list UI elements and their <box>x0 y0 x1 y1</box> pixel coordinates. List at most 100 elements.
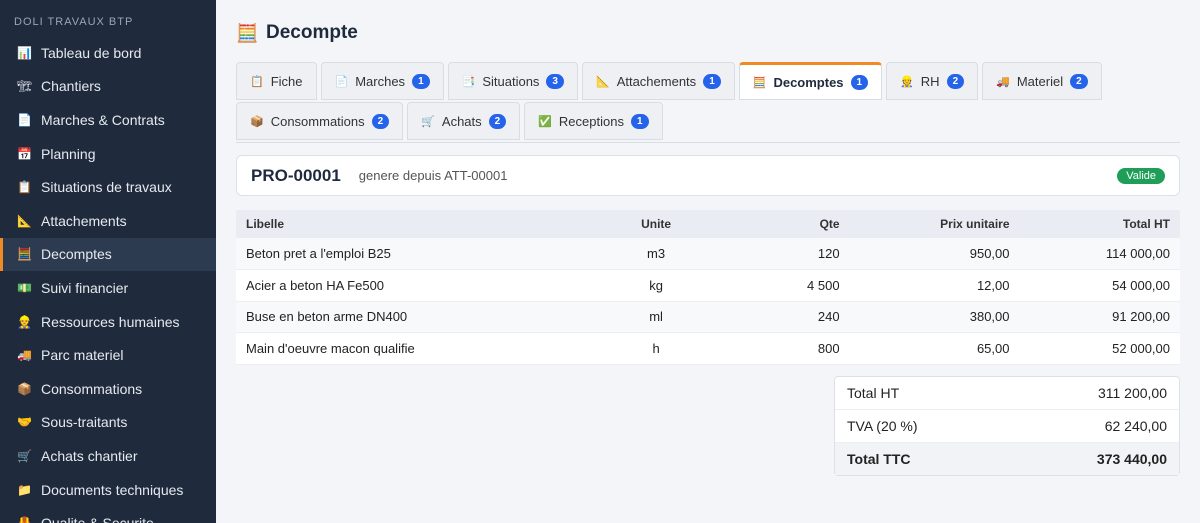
tab-label: Achats <box>441 113 482 129</box>
total-row: Total HT 311 200,00 <box>835 377 1179 410</box>
table-cell: ml <box>594 301 718 333</box>
table-cell: h <box>594 332 718 365</box>
table-row: Beton pret a l'emploi B25 m3 120 950,00 114 … <box>236 238 1180 270</box>
table-cell: 91 200,00 <box>1019 301 1180 333</box>
table-cell: kg <box>594 269 718 302</box>
sous-traitants-icon: 🤝 <box>17 415 32 430</box>
total-value: 311 200,00 <box>1097 384 1167 401</box>
sidebar-item-label: Tableau de bord <box>41 44 142 61</box>
count-badge: 2 <box>946 73 965 89</box>
tab-rh[interactable]: 👷 RH 2 <box>886 62 979 100</box>
sidebar: DOLI TRAVAUX BTP 📊 Tableau de bord 🏗 Chanti… <box>0 0 216 523</box>
col-unite: Unite <box>594 210 718 238</box>
table-cell: 114 000,00 <box>1019 238 1180 270</box>
sidebar-item-label: Attachements <box>41 212 127 229</box>
count-badge: 1 <box>412 73 430 89</box>
total-row: TVA (20 %) 62 240,00 <box>835 410 1179 443</box>
sidebar-brand: DOLI TRAVAUX BTP <box>14 16 134 28</box>
tab-fiche[interactable]: 📋 Fiche <box>236 62 317 100</box>
sidebar-item-parc-materiel[interactable]: 🚚 Parc materiel <box>0 338 216 372</box>
consommations-icon: 📦 <box>17 381 32 396</box>
planning-icon: 📅 <box>17 146 32 161</box>
tab-label: Materiel <box>1016 73 1064 89</box>
tab-attachements[interactable]: 📐 Attachements 1 <box>581 62 735 100</box>
materiel-icon: 🚚 <box>996 75 1010 88</box>
attachements-icon: 📐 <box>595 75 610 88</box>
main-content: 🧮 Decompte 📋 Fiche 📄 Marches 1 📑 Situations 3 📐 A… <box>216 0 1200 523</box>
table-cell: 950,00 <box>849 238 1020 270</box>
table-cell: 52 000,00 <box>1019 332 1180 365</box>
lines-table: Libelle Unite Qte Prix unitaire Total HT… <box>236 210 1180 365</box>
sidebar-item-sous-traitants[interactable]: 🤝 Sous-traitants <box>0 406 216 440</box>
sidebar-item-label: Marches & Contrats <box>41 111 165 128</box>
count-badge: 2 <box>1070 73 1088 89</box>
table-cell: 800 <box>717 332 850 365</box>
count-badge: 1 <box>703 73 721 89</box>
decomptes-icon: 🧮 <box>17 247 32 262</box>
sidebar-item-attachements[interactable]: 📐 Attachements <box>0 204 216 238</box>
tab-label: Fiche <box>270 73 303 89</box>
sidebar-item-decomptes[interactable]: 🧮 Decomptes <box>0 237 216 272</box>
table-row: Acier a beton HA Fe500 kg 4 500 12,00 54 000… <box>236 269 1180 302</box>
sidebar-item-label: Chantiers <box>41 78 101 95</box>
page-title: 🧮 Decompte <box>236 20 1180 46</box>
fiche-icon: 📋 <box>250 75 264 88</box>
sidebar-item-achats-chantier[interactable]: 🛒 Achats chantier <box>0 439 216 473</box>
documents-icon: 📁 <box>17 482 32 497</box>
table-cell: Beton pret a l'emploi B25 <box>236 238 595 270</box>
table-cell: Acier a beton HA Fe500 <box>236 269 595 302</box>
tab-label: RH <box>920 73 940 89</box>
sidebar-item-situations[interactable]: 📋 Situations de travaux <box>0 170 216 204</box>
table-cell: 54 000,00 <box>1019 269 1180 302</box>
rh-icon: 👷 <box>17 314 32 329</box>
total-value: 373 440,00 <box>1096 450 1167 467</box>
sidebar-item-qualite-securite[interactable]: 🦺Qualite & Securite <box>0 506 216 523</box>
sidebar-item-consommations[interactable]: 📦 Consommations <box>0 372 216 406</box>
table-header-row: Libelle Unite Qte Prix unitaire Total HT <box>236 210 1180 238</box>
sidebar-item-marches-contrats[interactable]: 📄 Marches & Contrats <box>0 103 216 137</box>
totals-box: Total HT 311 200,00 TVA (20 %) 62 240,00 Tot… <box>834 375 1180 476</box>
marches-icon: 📄 <box>334 75 349 88</box>
sidebar-item-planning[interactable]: 📅 Planning <box>0 137 216 171</box>
table-cell: m3 <box>594 238 718 270</box>
tab-consommations[interactable]: 📦 Consommations 2 <box>236 102 404 140</box>
total-label: Total HT <box>847 384 900 401</box>
tab-achats[interactable]: 🛒 Achats 2 <box>407 102 521 140</box>
parc-materiel-icon: 🚚 <box>17 348 32 363</box>
status-badge: Valide <box>1117 167 1165 184</box>
tab-bar: 📋 Fiche 📄 Marches 1 📑 Situations 3 📐 Attachements… <box>236 62 1180 143</box>
tab-marches[interactable]: 📄 Marches 1 <box>320 62 444 100</box>
tab-label: Marches <box>355 73 406 89</box>
sidebar-item-chantiers[interactable]: 🏗 Chantiers <box>0 70 216 104</box>
sidebar-nav: 📊 Tableau de bord 🏗 Chantiers 📄 Marches & Con… <box>0 36 216 523</box>
sidebar-item-documents[interactable]: 📁 Documents techniques <box>0 473 216 507</box>
page-title-text: Decompte <box>266 22 358 43</box>
document-ref: PRO-00001 <box>251 165 341 185</box>
count-badge: 3 <box>546 73 564 89</box>
sidebar-item-label: Sous-traitants <box>41 414 128 431</box>
table-cell: 4 500 <box>717 269 850 302</box>
sidebar-item-tableau-de-bord[interactable]: 📊 Tableau de bord <box>0 36 216 70</box>
count-badge: 2 <box>488 113 507 129</box>
marches-contrats-icon: 📄 <box>17 112 32 127</box>
tab-materiel[interactable]: 🚚 Materiel 2 <box>982 62 1102 100</box>
col-qte: Qte <box>717 210 850 238</box>
total-label: TVA (20 %) <box>847 417 918 434</box>
chantiers-icon: 🏗 <box>17 79 33 94</box>
sidebar-item-suivi-financier[interactable]: 💵 Suivi financier <box>0 271 216 305</box>
tab-receptions[interactable]: ✅ Receptions 1 <box>524 102 663 140</box>
sidebar-item-rh[interactable]: 👷 Ressources humaines <box>0 305 216 339</box>
situations-icon: 📋 <box>17 180 32 195</box>
tab-decomptes[interactable]: 🧮 Decomptes 1 <box>738 62 883 100</box>
table-cell: 120 <box>717 238 850 270</box>
total-label: Total TTC <box>847 450 911 467</box>
tab-situations[interactable]: 📑 Situations 3 <box>447 62 578 100</box>
table-cell: 240 <box>717 301 850 333</box>
total-row: Total TTC 373 440,00 <box>835 442 1179 475</box>
tableau-de-bord-icon: 📊 <box>17 45 32 60</box>
decomptes-icon: 🧮 <box>752 76 767 89</box>
table-cell: 65,00 <box>849 332 1020 365</box>
tab-label: Receptions <box>558 113 624 129</box>
sidebar-item-label: Situations de travaux <box>41 179 172 196</box>
achats-icon: 🛒 <box>421 115 435 128</box>
